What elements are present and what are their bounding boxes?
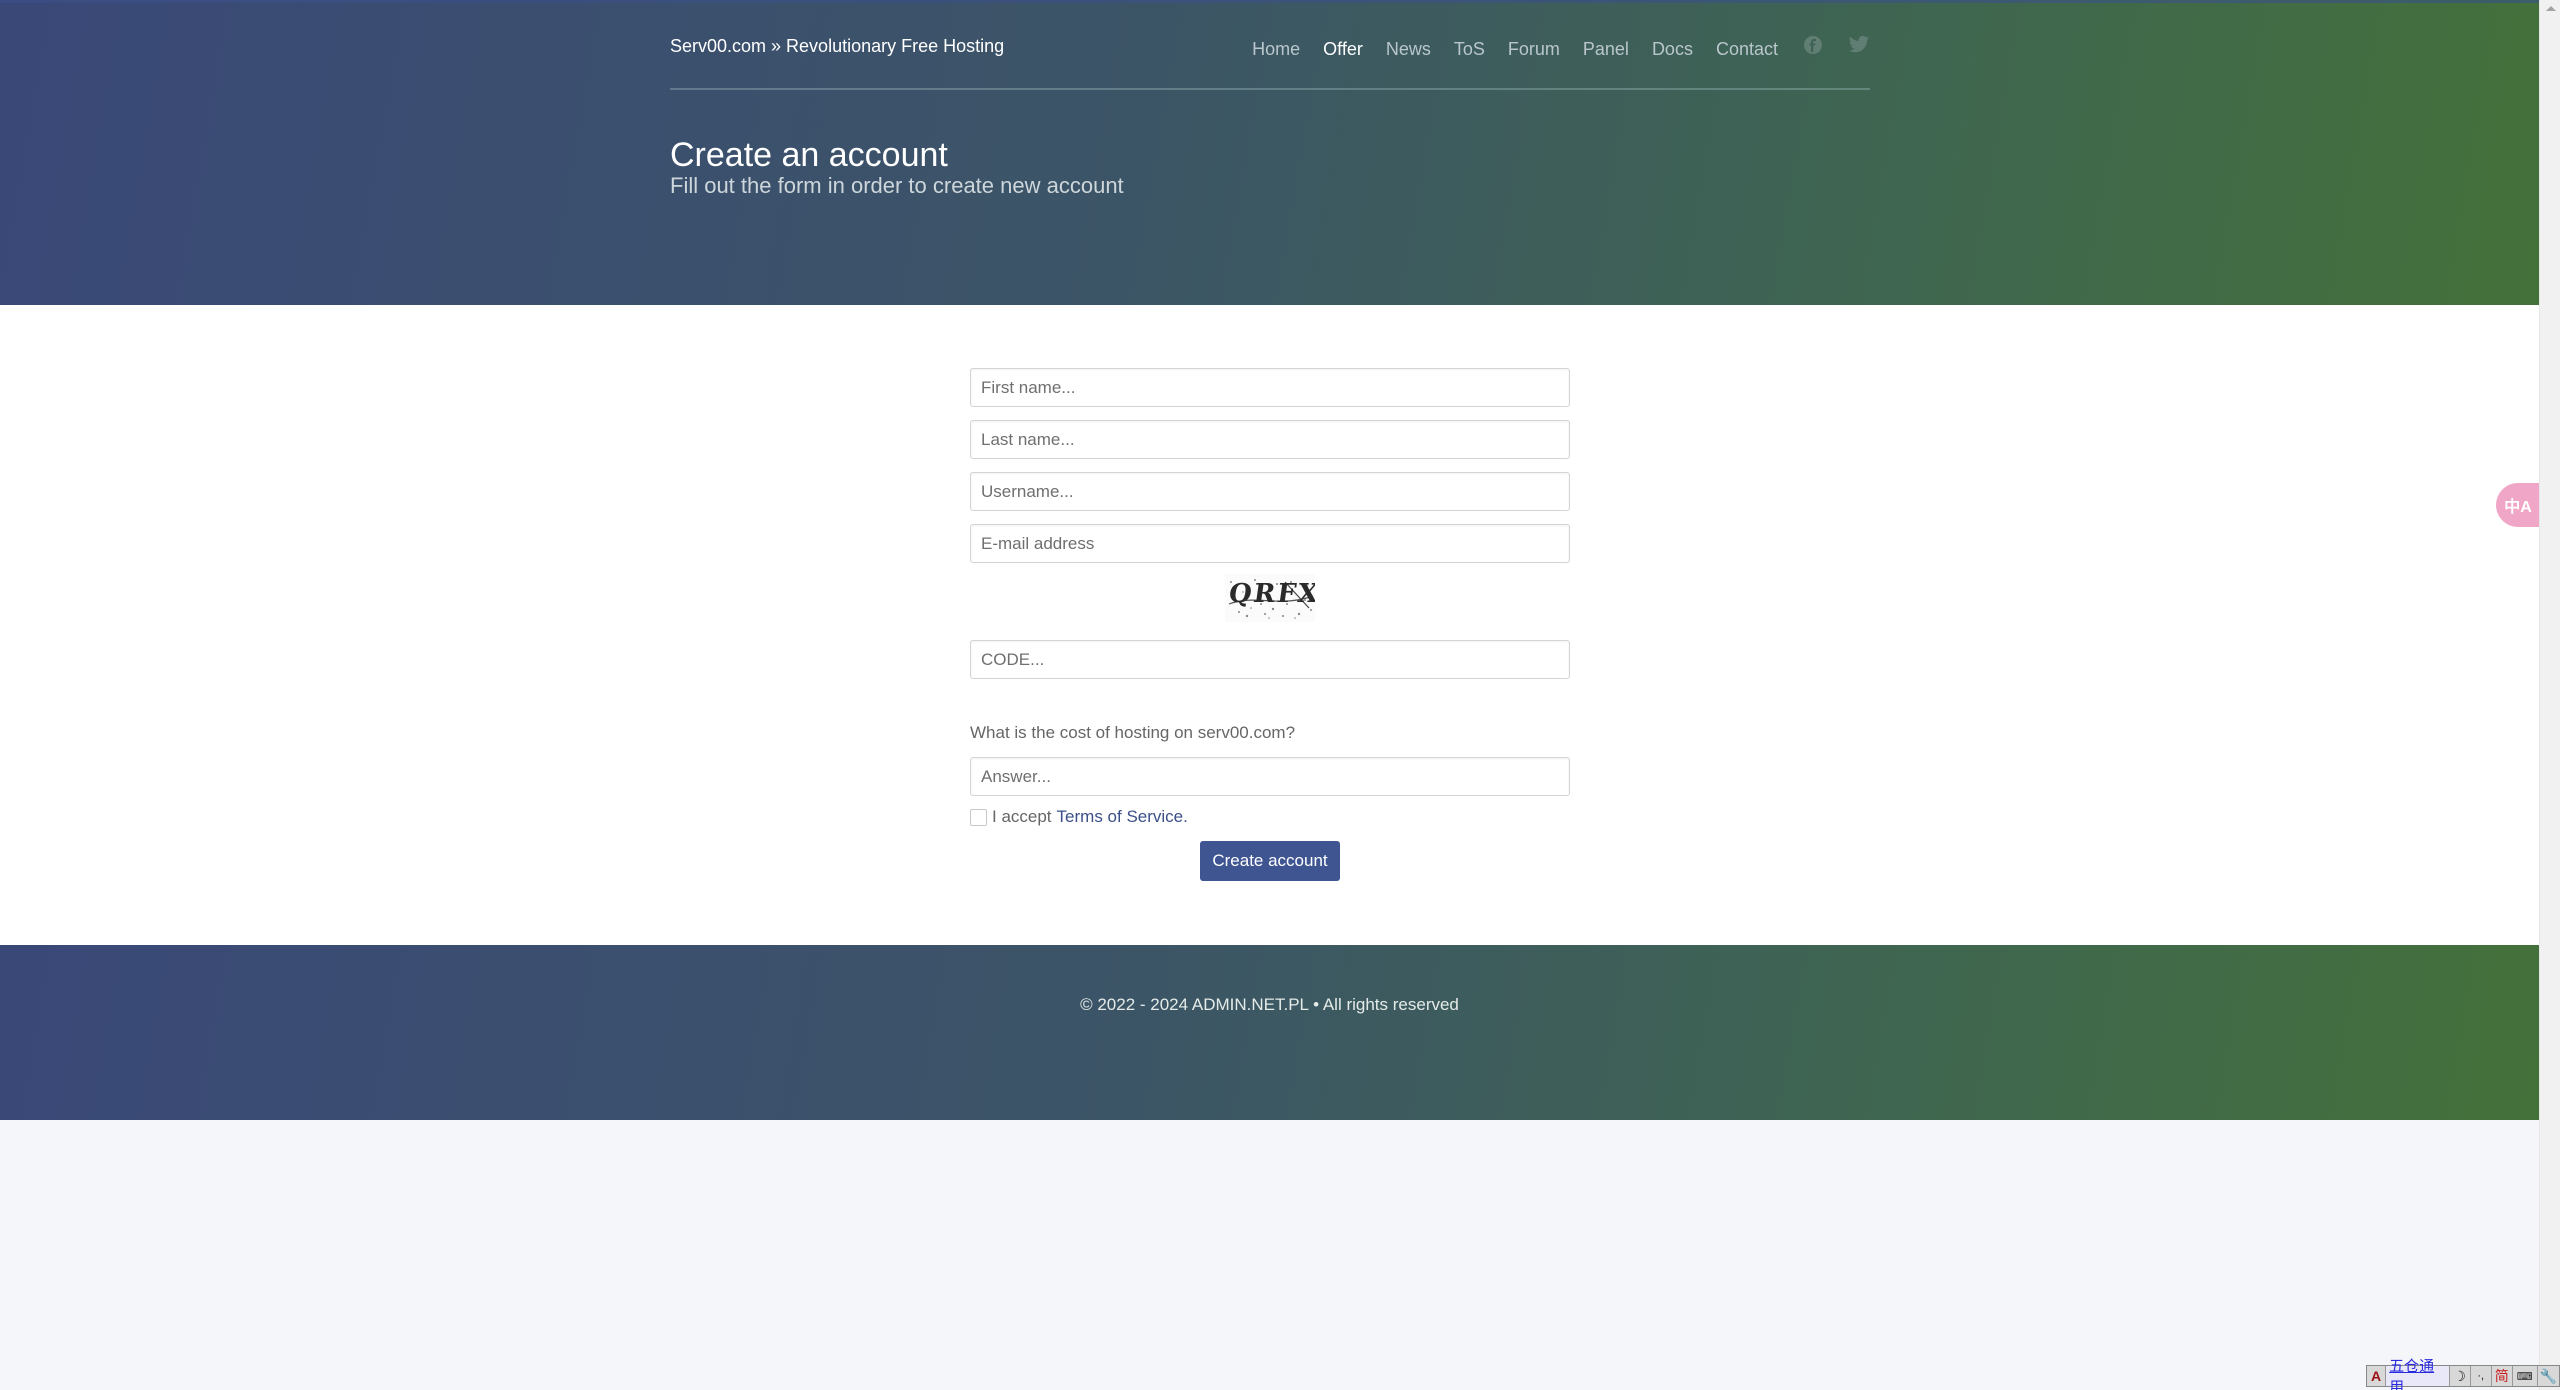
submit-row: Create account	[970, 841, 1570, 881]
facebook-icon[interactable]	[1802, 34, 1824, 56]
nav-panel[interactable]: Panel	[1583, 39, 1629, 60]
nav-news[interactable]: News	[1386, 39, 1431, 60]
ime-language-icon[interactable]: A	[2367, 1366, 2387, 1386]
username-input[interactable]	[970, 472, 1570, 511]
brand-link[interactable]: Serv00.com » Revolutionary Free Hosting	[670, 36, 1004, 57]
ime-halfwidth-moon-icon[interactable]: ☽	[2449, 1366, 2471, 1386]
nav-docs[interactable]: Docs	[1652, 39, 1693, 60]
translate-icon: 中A	[2504, 499, 2532, 516]
captcha-container: QRFX	[970, 574, 1570, 632]
ime-simplified-icon[interactable]: 简	[2491, 1366, 2513, 1386]
ime-punctuation-icon[interactable]: ·,	[2470, 1366, 2492, 1386]
ime-keyboard-icon[interactable]: ⌨	[2512, 1366, 2538, 1386]
terms-checkbox[interactable]	[970, 808, 987, 826]
nav-tos[interactable]: ToS	[1454, 39, 1485, 60]
first-name-input[interactable]	[970, 368, 1570, 407]
ime-settings-wrench-icon[interactable]: 🔧	[2537, 1366, 2559, 1386]
email-input[interactable]	[970, 524, 1570, 563]
terms-link[interactable]: Terms of Service	[1057, 807, 1184, 827]
nav-home[interactable]: Home	[1252, 39, 1300, 60]
hero: Create an account Fill out the form in o…	[670, 135, 1870, 201]
page: Serv00.com » Revolutionary Free Hosting …	[0, 0, 2540, 1390]
register-form: QRFX What is the cost of hosting on serv…	[970, 368, 1570, 881]
scroll-up-arrow-icon[interactable]	[2540, 0, 2560, 17]
terms-row: I accept Terms of Service .	[970, 807, 1570, 827]
header: Serv00.com » Revolutionary Free Hosting …	[0, 0, 2539, 305]
captcha-text: QRFX	[1226, 579, 1315, 609]
vertical-scrollbar[interactable]	[2539, 0, 2560, 1390]
twitter-icon[interactable]	[1848, 34, 1870, 56]
footer: © 2022 - 2024 ADMIN.NET.PL • All rights …	[0, 945, 2539, 1120]
captcha-code-input[interactable]	[970, 640, 1570, 679]
ime-mode-label[interactable]: 五仓通用	[2386, 1358, 2450, 1390]
page-subtitle: Fill out the form in order to create new…	[670, 173, 1124, 198]
nav-offer[interactable]: Offer	[1323, 39, 1363, 60]
nav-contact[interactable]: Contact	[1716, 39, 1778, 60]
translate-widget-button[interactable]: 中A	[2496, 483, 2540, 527]
create-account-button[interactable]: Create account	[1200, 841, 1340, 881]
main-content: QRFX What is the cost of hosting on serv…	[0, 305, 2539, 945]
answer-input[interactable]	[970, 757, 1570, 796]
nav-forum[interactable]: Forum	[1508, 39, 1560, 60]
page-title: Create an account	[670, 136, 948, 174]
main-nav: Home Offer News ToS Forum Panel Docs Con…	[1229, 35, 1870, 60]
terms-suffix: .	[1183, 807, 1188, 826]
security-question: What is the cost of hosting on serv00.co…	[970, 723, 1296, 742]
captcha-image: QRFX	[1225, 574, 1315, 622]
terms-prefix: I accept	[992, 807, 1052, 826]
ime-toolbar: A 五仓通用 ☽ ·, 简 ⌨ 🔧	[2366, 1358, 2560, 1390]
copyright-text: © 2022 - 2024 ADMIN.NET.PL • All rights …	[1080, 995, 1459, 1014]
top-navbar: Serv00.com » Revolutionary Free Hosting …	[670, 0, 1870, 90]
last-name-input[interactable]	[970, 420, 1570, 459]
